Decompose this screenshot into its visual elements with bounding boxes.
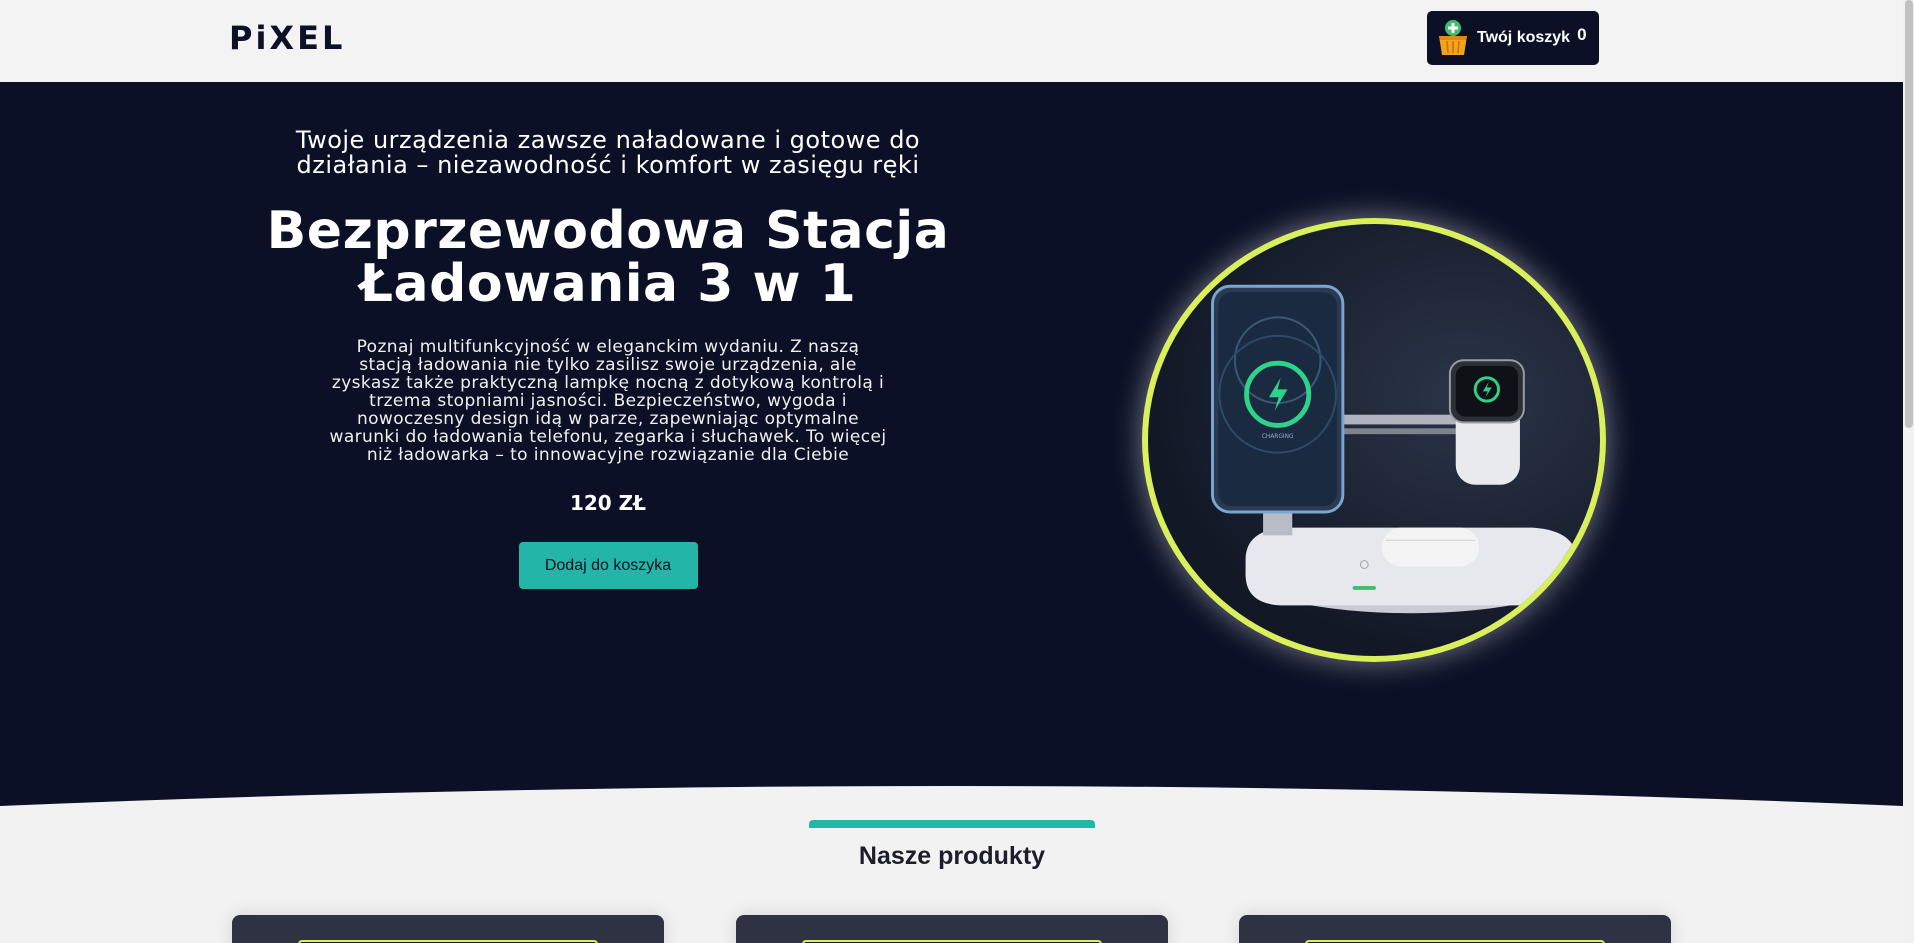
wireless-charging-station-image: CHARGING <box>1211 284 1577 614</box>
products-section-title: Nasze produkty <box>858 842 1046 870</box>
product-card[interactable] <box>736 915 1168 943</box>
hero-description: Poznaj multifunkcyjność w eleganckim wyd… <box>329 337 887 465</box>
cart-button[interactable]: Twój koszyk 0 <box>1427 11 1599 65</box>
logo[interactable]: PiXEL <box>229 19 345 57</box>
svg-text:CHARGING: CHARGING <box>1262 434 1294 440</box>
page: PiXEL Twój koszyk 0 Twoje urządzenia zaw… <box>0 0 1914 943</box>
cart-count: 0 <box>1577 25 1587 44</box>
hero-content: Twoje urządzenia zawsze naładowane i got… <box>258 128 958 589</box>
product-image: CHARGING <box>1142 218 1606 662</box>
scrollbar-thumb[interactable] <box>1905 0 1913 428</box>
basket-add-icon <box>1437 19 1469 57</box>
hero-title: Bezprzewodowa Stacja Ładowania 3 w 1 <box>266 201 950 314</box>
product-card[interactable] <box>1239 915 1671 943</box>
hero-tagline: Twoje urządzenia zawsze naładowane i got… <box>295 126 921 179</box>
product-price: 120 ZŁ <box>569 491 647 515</box>
site-header: PiXEL Twój koszyk 0 <box>0 0 1903 82</box>
cart-label: Twój koszyk <box>1477 29 1571 46</box>
section-accent-bar <box>809 820 1095 828</box>
page-scrollbar[interactable] <box>1903 0 1914 943</box>
product-card[interactable] <box>232 915 664 943</box>
add-to-cart-button[interactable]: Dodaj do koszyka <box>518 542 698 589</box>
